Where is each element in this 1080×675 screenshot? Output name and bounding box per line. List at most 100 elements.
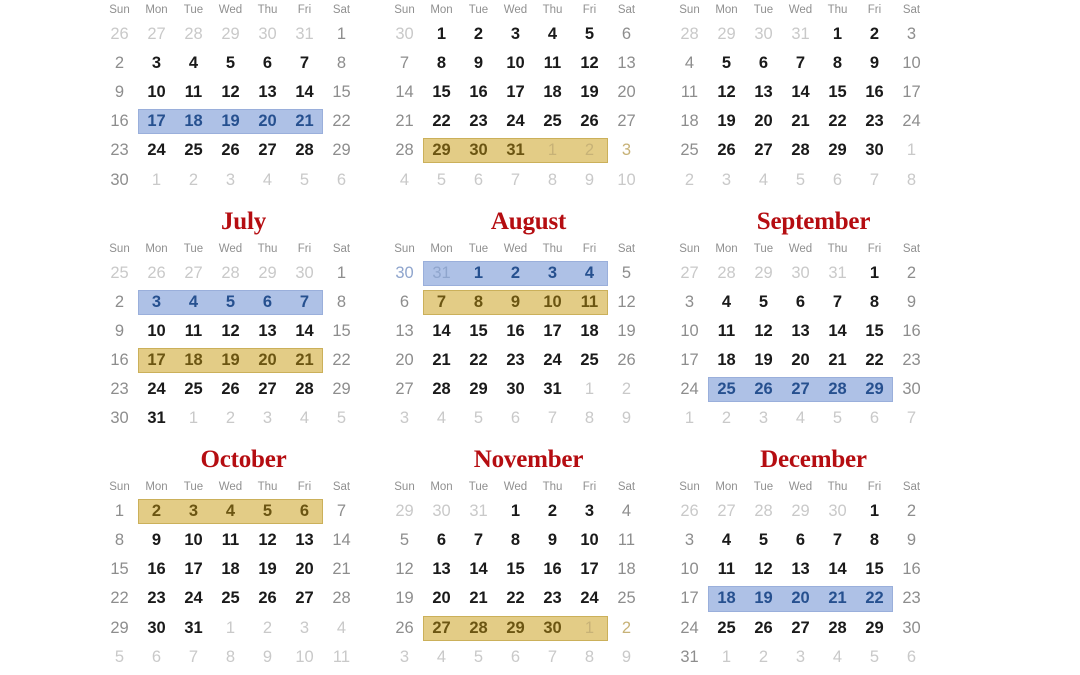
day-cell[interactable]: 7	[460, 526, 497, 555]
day-cell[interactable]: 2	[608, 375, 645, 404]
day-cell[interactable]: 5	[460, 643, 497, 672]
day-cell[interactable]: 11	[323, 643, 360, 672]
day-cell[interactable]: 26	[212, 375, 249, 404]
day-cell[interactable]: 15	[856, 317, 893, 346]
day-cell[interactable]: 31	[534, 375, 571, 404]
day-cell[interactable]: 27	[671, 259, 708, 288]
day-cell[interactable]: 2	[671, 166, 708, 195]
day-cell[interactable]: 4	[708, 526, 745, 555]
day-cell[interactable]: 24	[138, 375, 175, 404]
day-cell[interactable]: 8	[571, 404, 608, 433]
day-cell[interactable]: 26	[249, 584, 286, 613]
day-cell[interactable]: 7	[893, 404, 930, 433]
day-cell[interactable]: 28	[671, 20, 708, 49]
day-cell[interactable]: 9	[101, 78, 138, 107]
day-cell[interactable]: 30	[386, 259, 423, 288]
day-cell[interactable]: 4	[175, 49, 212, 78]
day-cell[interactable]: 16	[497, 317, 534, 346]
day-cell[interactable]: 2	[175, 166, 212, 195]
day-cell[interactable]: 21	[386, 107, 423, 136]
day-cell[interactable]: 11	[212, 526, 249, 555]
day-cell[interactable]: 7	[323, 497, 360, 526]
day-cell[interactable]: 5	[101, 643, 138, 672]
day-cell[interactable]: 22	[497, 584, 534, 613]
day-cell[interactable]: 16	[893, 317, 930, 346]
day-cell[interactable]: 20	[249, 346, 286, 375]
day-cell[interactable]: 30	[101, 404, 138, 433]
day-cell[interactable]: 2	[497, 259, 534, 288]
day-cell[interactable]: 4	[782, 404, 819, 433]
day-cell[interactable]: 28	[819, 614, 856, 643]
day-cell[interactable]: 3	[671, 526, 708, 555]
day-cell[interactable]: 7	[819, 526, 856, 555]
day-cell[interactable]: 13	[608, 49, 645, 78]
day-cell[interactable]: 1	[534, 136, 571, 165]
day-cell[interactable]: 23	[893, 584, 930, 613]
day-cell[interactable]: 10	[893, 49, 930, 78]
day-cell[interactable]: 29	[423, 136, 460, 165]
day-cell[interactable]: 14	[819, 555, 856, 584]
day-cell[interactable]: 10	[671, 317, 708, 346]
day-cell[interactable]: 12	[608, 288, 645, 317]
day-cell[interactable]: 27	[608, 107, 645, 136]
day-cell[interactable]: 13	[782, 317, 819, 346]
day-cell[interactable]: 13	[782, 555, 819, 584]
day-cell[interactable]: 4	[249, 166, 286, 195]
day-cell[interactable]: 6	[856, 404, 893, 433]
day-cell[interactable]: 17	[671, 584, 708, 613]
day-cell[interactable]: 21	[819, 584, 856, 613]
day-cell[interactable]: 30	[138, 614, 175, 643]
day-cell[interactable]: 24	[138, 136, 175, 165]
day-cell[interactable]: 1	[671, 404, 708, 433]
day-cell[interactable]: 26	[708, 136, 745, 165]
day-cell[interactable]: 29	[856, 614, 893, 643]
day-cell[interactable]: 17	[571, 555, 608, 584]
day-cell[interactable]: 9	[497, 288, 534, 317]
day-cell[interactable]: 14	[460, 555, 497, 584]
day-cell[interactable]: 22	[323, 346, 360, 375]
day-cell[interactable]: 5	[782, 166, 819, 195]
day-cell[interactable]: 18	[571, 317, 608, 346]
day-cell[interactable]: 11	[175, 317, 212, 346]
day-cell[interactable]: 23	[497, 346, 534, 375]
day-cell[interactable]: 29	[819, 136, 856, 165]
day-cell[interactable]: 3	[534, 259, 571, 288]
day-cell[interactable]: 2	[249, 614, 286, 643]
day-cell[interactable]: 18	[534, 78, 571, 107]
day-cell[interactable]: 11	[708, 555, 745, 584]
day-cell[interactable]: 2	[893, 259, 930, 288]
day-cell[interactable]: 15	[101, 555, 138, 584]
day-cell[interactable]: 26	[212, 136, 249, 165]
day-cell[interactable]: 28	[423, 375, 460, 404]
day-cell[interactable]: 9	[460, 49, 497, 78]
day-cell[interactable]: 22	[856, 584, 893, 613]
day-cell[interactable]: 25	[175, 375, 212, 404]
day-cell[interactable]: 5	[819, 404, 856, 433]
day-cell[interactable]: 30	[819, 497, 856, 526]
day-cell[interactable]: 17	[138, 346, 175, 375]
day-cell[interactable]: 4	[571, 259, 608, 288]
day-cell[interactable]: 19	[249, 555, 286, 584]
day-cell[interactable]: 10	[571, 526, 608, 555]
day-cell[interactable]: 31	[423, 259, 460, 288]
day-cell[interactable]: 6	[249, 49, 286, 78]
day-cell[interactable]: 10	[671, 555, 708, 584]
day-cell[interactable]: 7	[286, 49, 323, 78]
day-cell[interactable]: 25	[608, 584, 645, 613]
day-cell[interactable]: 19	[386, 584, 423, 613]
day-cell[interactable]: 13	[386, 317, 423, 346]
day-cell[interactable]: 26	[671, 497, 708, 526]
day-cell[interactable]: 7	[175, 643, 212, 672]
day-cell[interactable]: 29	[497, 614, 534, 643]
day-cell[interactable]: 5	[212, 49, 249, 78]
day-cell[interactable]: 27	[386, 375, 423, 404]
day-cell[interactable]: 15	[819, 78, 856, 107]
day-cell[interactable]: 28	[212, 259, 249, 288]
day-cell[interactable]: 8	[571, 643, 608, 672]
day-cell[interactable]: 25	[175, 136, 212, 165]
day-cell[interactable]: 8	[212, 643, 249, 672]
day-cell[interactable]: 12	[212, 78, 249, 107]
day-cell[interactable]: 6	[138, 643, 175, 672]
day-cell[interactable]: 30	[782, 259, 819, 288]
day-cell[interactable]: 25	[671, 136, 708, 165]
